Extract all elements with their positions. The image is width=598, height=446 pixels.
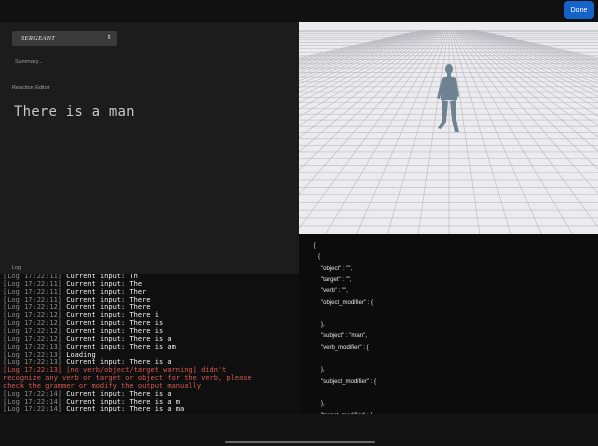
json-line: { bbox=[318, 254, 321, 261]
json-line: }, bbox=[321, 367, 325, 374]
3d-viewport[interactable] bbox=[299, 22, 598, 234]
reaction-editor-label: Reaction Editor bbox=[12, 85, 50, 91]
log-line: [Log 17:22:12] Current input: There is bbox=[3, 319, 163, 327]
log-warning-line: recognize any verb or target or object f… bbox=[3, 374, 252, 383]
log-line: [Log 17:22:12] Current input: There i bbox=[3, 311, 159, 319]
log-line: [Log 17:22:12] Current input: There is a bbox=[3, 335, 172, 343]
rank-select-value: SERGEANT bbox=[21, 35, 56, 42]
log-console[interactable]: [Log 17:22:11] Current input: Th [Log 17:… bbox=[0, 274, 299, 414]
top-bar: Done bbox=[0, 0, 598, 22]
log-line: [Log 17:22:13] Current input: There is a… bbox=[3, 343, 176, 351]
log-timestamp: [Log 17:22:14] bbox=[3, 405, 63, 414]
log-timestamp: [Log 17:22:12] bbox=[3, 319, 63, 328]
json-line: }, bbox=[321, 401, 325, 408]
log-timestamp: [Log 17:22:12] bbox=[3, 311, 63, 320]
json-line: "subject_modifier" : { bbox=[321, 378, 376, 385]
log-timestamp: [Log 17:22:12] bbox=[3, 326, 63, 335]
log-message: Current input: There bbox=[62, 303, 151, 312]
log-line: [Log 17:22:14] Current input: There is a… bbox=[3, 405, 184, 413]
log-message: Current input: There i bbox=[62, 311, 159, 320]
log-message: Current input: There is a bbox=[62, 389, 172, 398]
log-timestamp: [Log 17:22:12] bbox=[3, 334, 63, 343]
json-line: [ bbox=[314, 243, 316, 249]
log-line: [Log 17:22:11] Current input: There bbox=[3, 296, 151, 304]
log-line: [Log 17:22:11] Current input: Ther bbox=[3, 288, 146, 296]
log-message: Current input: There is a bbox=[62, 358, 172, 367]
log-timestamp: [Log 17:22:11] bbox=[3, 295, 63, 304]
log-message: Current input: There is am bbox=[62, 342, 176, 351]
log-message: Current input: There bbox=[62, 295, 151, 304]
editor-panel: SERGEANT ⇕ Summary... Reaction Editor Th… bbox=[0, 22, 299, 262]
log-timestamp: [Log 17:22:14] bbox=[3, 389, 63, 398]
home-indicator[interactable] bbox=[225, 441, 375, 443]
log-line: [Log 17:22:14] Current input: There is a bbox=[3, 390, 172, 398]
log-message: Current input: Ther bbox=[62, 287, 147, 296]
log-message: Current input: There is a bbox=[62, 334, 172, 343]
json-line: }, bbox=[321, 322, 325, 329]
log-line: [Log 17:22:14] Current input: There is a… bbox=[3, 398, 180, 406]
log-timestamp: [Log 17:22:12] bbox=[3, 303, 63, 312]
log-label: Log bbox=[12, 265, 22, 271]
grid-floor bbox=[299, 22, 598, 234]
log-warning-line: [Log 17:22:13] [no verb/object/target wa… bbox=[3, 366, 227, 375]
log-message: Current input: There is a m bbox=[62, 397, 181, 406]
log-line: [Log 17:22:13] Current input: There is a bbox=[3, 358, 172, 366]
log-timestamp: [Log 17:22:14] bbox=[3, 397, 63, 406]
log-message: Loading bbox=[62, 350, 96, 359]
json-output-panel: [{"object" : "", "target" : "", "verb" : "… bbox=[299, 234, 598, 414]
log-line: [Log 17:22:12] Current input: There is bbox=[3, 327, 163, 335]
json-line: "subject" : "man", bbox=[321, 333, 367, 340]
log-panel: Log [Log 17:22:11] Current input: Th [Log… bbox=[0, 262, 299, 414]
rank-select[interactable]: SERGEANT ⇕ bbox=[12, 31, 117, 46]
log-line: [Log 17:22:13] Loading bbox=[3, 351, 96, 359]
log-timestamp: [Log 17:22:13] bbox=[3, 358, 63, 367]
json-line: "object_modifier" : { bbox=[321, 299, 373, 306]
log-message: Current input: The bbox=[62, 279, 143, 288]
log-message: Current input: There is a ma bbox=[62, 405, 185, 414]
log-timestamp: [Log 17:22:11] bbox=[3, 279, 63, 288]
log-message: Current input: There is bbox=[62, 319, 164, 328]
done-button[interactable]: Done bbox=[564, 1, 594, 19]
log-timestamp: [Log 17:22:13] bbox=[3, 342, 63, 351]
json-line: "object" : "", bbox=[321, 265, 353, 272]
summary-input[interactable]: Summary... bbox=[15, 59, 43, 65]
log-timestamp: [Log 17:22:11] bbox=[3, 287, 63, 296]
log-line: [Log 17:22:11] Current input: The bbox=[3, 280, 142, 288]
json-line: "target" : "", bbox=[321, 276, 352, 283]
json-line: "verb_modifier" : { bbox=[321, 344, 369, 351]
log-line: [Log 17:22:12] Current input: There bbox=[3, 303, 151, 311]
log-timestamp: [Log 17:22:13] bbox=[3, 350, 63, 359]
log-warning-line: check the grammer or modify the output m… bbox=[3, 381, 202, 390]
json-line: "verb" : "", bbox=[321, 288, 348, 295]
reaction-editor-input[interactable]: There is a man bbox=[14, 104, 135, 120]
log-message: Current input: There is bbox=[62, 326, 164, 335]
up-down-chevron-icon: ⇕ bbox=[106, 35, 112, 41]
